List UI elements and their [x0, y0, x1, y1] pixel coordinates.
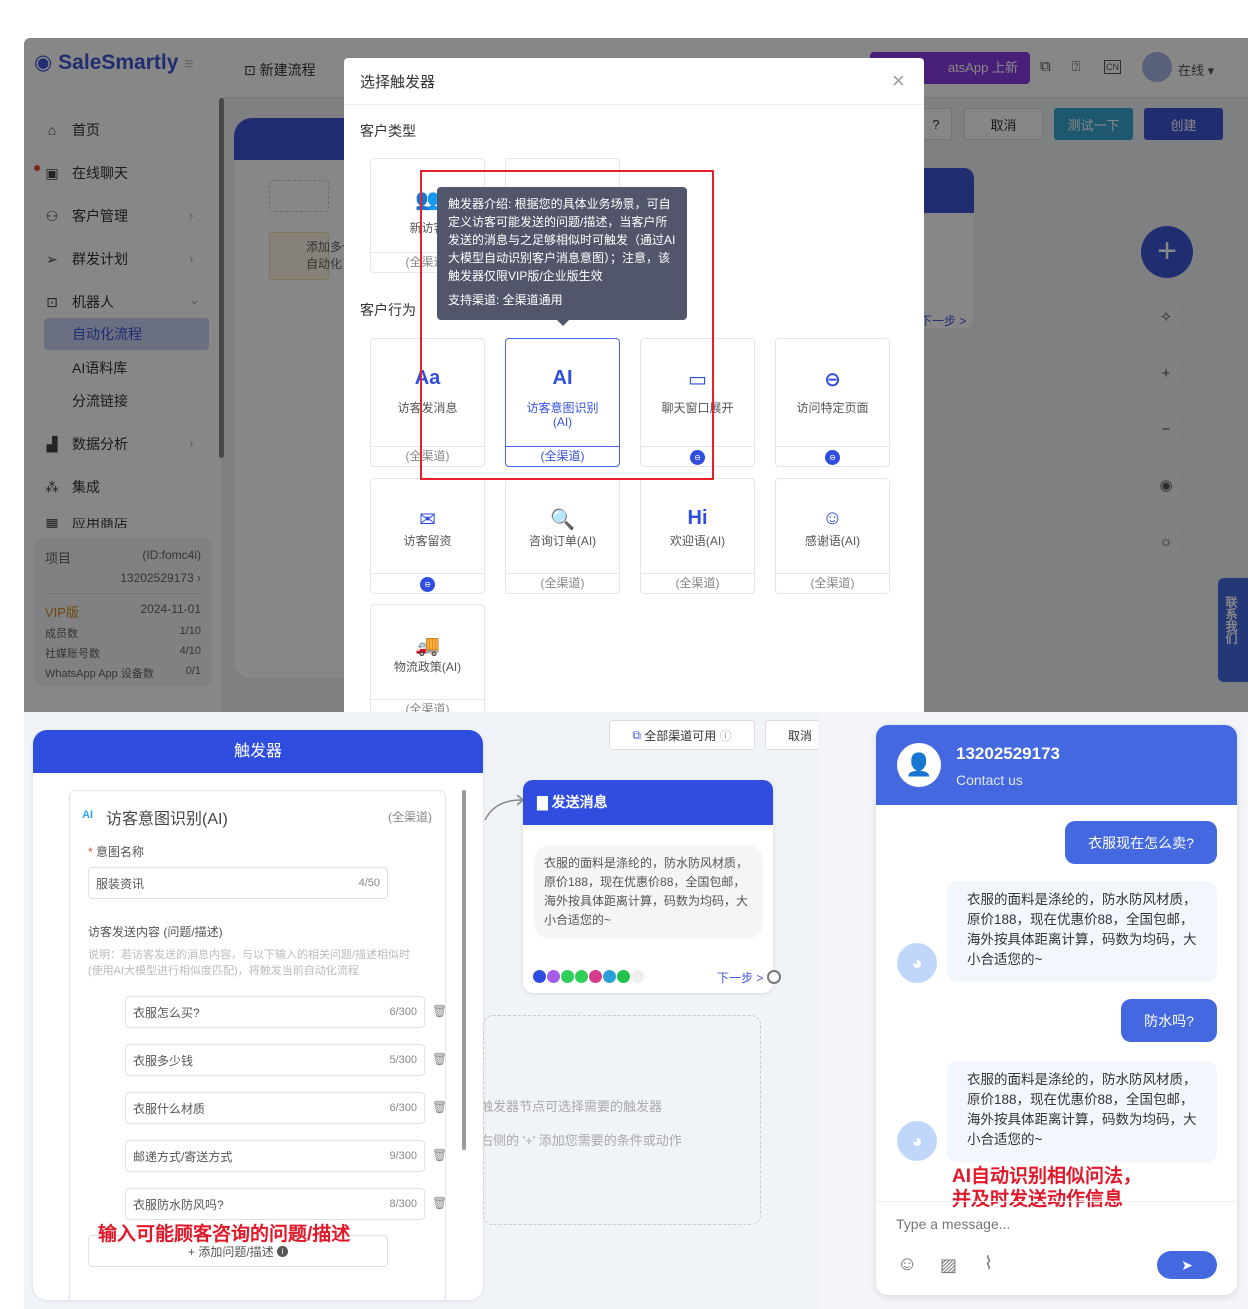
card-label: 访客留资: [403, 534, 452, 548]
section-label: 客户类型: [360, 123, 416, 139]
trash-icon[interactable]: 🗑: [432, 1052, 447, 1066]
placeholder-box: 触发器节点可选择需要的触发器 右侧的 '+' 添加您需要的条件或动作: [483, 1015, 761, 1225]
flow-editor: ⧉ 全部渠道可用 ⓘ 取消 触发器 AI 访客意图识别(AI) (全渠道) * …: [24, 712, 818, 1309]
telegram-icon: [603, 970, 616, 983]
livechat-icon: [533, 970, 546, 983]
trigger-card[interactable]: 🚚 物流政策(AI) (全渠道): [370, 604, 485, 712]
question-input[interactable]: 衣服什么材质 6/300: [125, 1092, 425, 1124]
link-icon: ⊖: [824, 369, 841, 391]
send-icon: ➤: [1181, 1257, 1193, 1273]
modal-title: 选择触发器: [360, 74, 436, 91]
line-icon: [617, 970, 630, 983]
divider: [344, 104, 924, 105]
trash-icon[interactable]: 🗑: [432, 1196, 447, 1210]
card-footer: (全渠道): [506, 573, 619, 593]
cancel-button[interactable]: 取消: [765, 720, 818, 750]
card-footer: ⊖: [776, 446, 889, 466]
highlight-annotation-box: [420, 170, 714, 480]
truck-icon: 🚚: [415, 635, 440, 657]
trigger-card[interactable]: Hi 欢迎语(AI) (全渠道): [640, 478, 755, 594]
bot-avatar-icon: ◕: [897, 943, 937, 983]
node-header: ▇ 发送消息: [523, 780, 773, 825]
question-input[interactable]: 衣服怎么买? 6/300: [125, 996, 425, 1028]
connector-handle[interactable]: [767, 970, 781, 984]
slack-icon: [631, 970, 644, 983]
intent-name-label: * 意图名称: [88, 845, 145, 859]
messenger-icon: [547, 970, 560, 983]
card-label: 咨询订单(AI): [528, 534, 597, 548]
chat-widget: 👤 13202529173 Contact us 衣服现在怎么卖? 衣服的面料是…: [876, 725, 1237, 1295]
question-input[interactable]: 衣服防水防风吗? 8/300: [125, 1188, 425, 1220]
user-message: 防水吗?: [1121, 999, 1217, 1042]
channel-label: (全渠道): [388, 810, 432, 824]
card-label: 物流政策(AI): [393, 660, 462, 674]
user-message: 衣服现在怎么卖?: [1065, 821, 1217, 864]
attachment-icon[interactable]: ⌇: [984, 1253, 993, 1274]
instagram-icon: [589, 970, 602, 983]
chat-header: 👤 13202529173 Contact us: [876, 725, 1237, 805]
trigger-card[interactable]: ☺ 感谢语(AI) (全渠道): [775, 478, 890, 594]
bot-message: 衣服的面料是涤纶的，防水防风材质，原价188，现在优惠价88，全国包邮，海外按具…: [947, 881, 1217, 982]
intent-name-input[interactable]: 服装资讯 4/50: [88, 867, 388, 899]
trigger-card[interactable]: 🔍 咨询订单(AI) (全渠道): [505, 478, 620, 594]
trash-icon[interactable]: 🗑: [432, 1100, 447, 1114]
trigger-select-modal: 选择触发器 × 客户类型 👥 新访客 (全渠道) 客户行为 Aa 访客发消息 (全渠道)…: [344, 58, 924, 712]
next-step-link[interactable]: 下一步 >: [717, 969, 763, 986]
smile-icon: ☺: [822, 507, 843, 529]
divider: [876, 1201, 1237, 1202]
card-footer: ⊖: [371, 573, 484, 593]
hi-icon: Hi: [687, 507, 708, 529]
livechat-channel-icon: ⊖: [420, 577, 435, 592]
trash-icon[interactable]: 🗑: [432, 1004, 447, 1018]
avatar: 👤: [897, 743, 941, 787]
trigger-title: 访客意图识别(AI): [106, 811, 228, 828]
ai-badge: AI: [82, 809, 93, 821]
section-label: 客户行为: [360, 302, 416, 318]
trigger-header: 触发器: [33, 730, 483, 773]
message-bubble: 衣服的面料是涤纶的，防水防风材质，原价188，现在优惠价88，全国包邮，海外按具…: [534, 845, 763, 939]
help-icon: ⓘ: [719, 728, 732, 743]
question-input[interactable]: 衣服多少钱 5/300: [125, 1044, 425, 1076]
all-channels-button[interactable]: ⧉ 全部渠道可用 ⓘ: [609, 720, 755, 750]
order-search-icon: 🔍: [550, 509, 575, 531]
card-label: 访问特定页面: [796, 401, 869, 415]
whatsapp-business-icon: [561, 970, 574, 983]
message-input[interactable]: [896, 1213, 1216, 1235]
scrollbar[interactable]: [462, 790, 466, 1150]
livechat-channel-icon: ⊖: [825, 450, 840, 465]
message-icon: ▇: [537, 794, 548, 810]
trigger-card[interactable]: ✉ 访客留资 ⊖: [370, 478, 485, 594]
bot-message: 衣服的面料是涤纶的，防水防风材质，原价188，现在优惠价88，全国包邮，海外按具…: [947, 1061, 1217, 1162]
channel-icons: [533, 970, 645, 986]
trigger-card[interactable]: ⊖ 访问特定页面 ⊖: [775, 338, 890, 467]
chat-name: 13202529173: [956, 744, 1061, 763]
hint-text: 说明：若访客发送的消息内容，与以下输入的相关问题/描述相似时 (使用AI大模型进…: [88, 949, 411, 977]
info-icon: i: [277, 1245, 289, 1257]
chat-subtitle: Contact us: [956, 772, 1023, 788]
bot-avatar-icon: ◕: [897, 1121, 937, 1161]
trigger-panel: 触发器 AI 访客意图识别(AI) (全渠道) * 意图名称 服装资讯 4/50 …: [33, 730, 483, 1300]
placeholder-text: 右侧的 '+' 添加您需要的条件或动作: [483, 1133, 682, 1148]
image-icon[interactable]: ▨: [940, 1255, 957, 1276]
card-label: 感谢语(AI): [804, 534, 861, 548]
close-icon[interactable]: ×: [892, 68, 905, 94]
trigger-config-card: AI 访客意图识别(AI) (全渠道) * 意图名称 服装资讯 4/50 访客发送…: [69, 790, 447, 1300]
channels-icon: ⧉: [632, 727, 641, 742]
card-label: 欢迎语(AI): [669, 534, 726, 548]
card-footer: (全渠道): [371, 699, 484, 712]
send-message-node[interactable]: ▇ 发送消息 衣服的面料是涤纶的，防水防风材质，原价188，现在优惠价88，全国…: [523, 780, 773, 993]
trash-icon[interactable]: 🗑: [432, 1148, 447, 1162]
question-input[interactable]: 邮递方式/寄送方式 9/300: [125, 1140, 425, 1172]
send-button[interactable]: ➤: [1157, 1251, 1217, 1279]
content-label: 访客发送内容 (问题/描述): [88, 925, 223, 939]
annotation-text: 输入可能顾客咨询的问题/描述: [98, 1224, 351, 1245]
form-icon: ✉: [419, 509, 436, 531]
whatsapp-icon: [575, 970, 588, 983]
placeholder-text: 触发器节点可选择需要的触发器: [483, 1099, 663, 1114]
emoji-icon[interactable]: ☺: [897, 1253, 917, 1276]
card-footer: (全渠道): [641, 573, 754, 593]
card-footer: (全渠道): [776, 573, 889, 593]
annotation-text: AI自动识别相似问法， 并及时发送动作信息: [952, 1166, 1143, 1210]
